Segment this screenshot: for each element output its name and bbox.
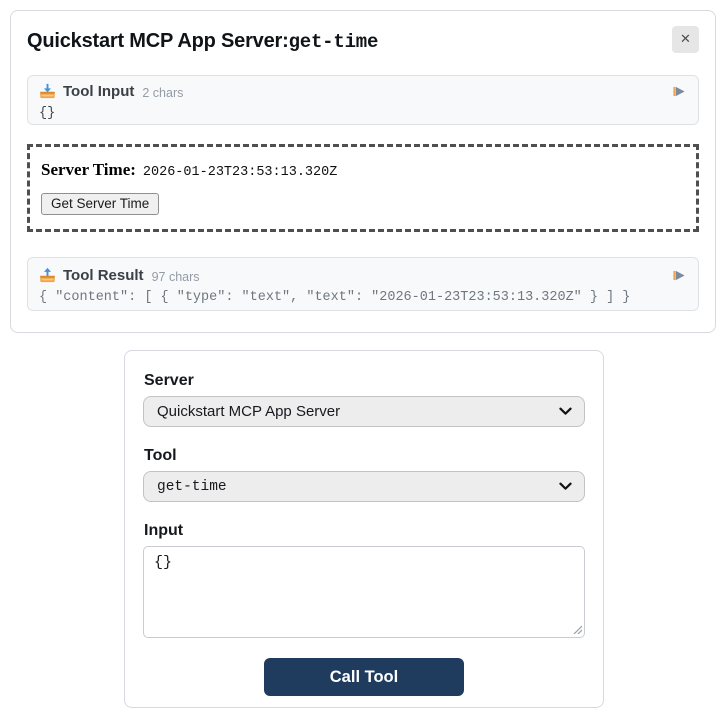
expand-arrow-icon[interactable] xyxy=(673,269,686,282)
get-server-time-button[interactable]: Get Server Time xyxy=(41,193,160,215)
modal-title: Quickstart MCP App Server:get-time xyxy=(27,28,378,55)
embedded-app-frame: Server Time: 2026-01-23T23:53:13.320Z Ge… xyxy=(27,144,699,232)
tool-input-content: {} xyxy=(39,106,56,121)
server-time-value: 2026-01-23T23:53:13.320Z xyxy=(142,165,338,180)
outbox-tray-icon xyxy=(40,267,55,283)
close-icon: ✕ xyxy=(680,32,691,47)
expand-arrow-icon[interactable] xyxy=(673,85,686,98)
chevron-down-icon xyxy=(559,482,572,490)
call-tool-form: Server Quickstart MCP App Server Tool ge… xyxy=(124,350,604,708)
tool-input-label: Tool Input xyxy=(63,83,135,100)
tool-result-label: Tool Result xyxy=(63,267,144,284)
close-button[interactable]: ✕ xyxy=(672,26,699,53)
tool-result-content: { "content": [ { "type": "text", "text":… xyxy=(39,290,631,305)
modal-header: Quickstart MCP App Server:get-time ✕ xyxy=(27,26,699,56)
call-tool-button[interactable]: Call Tool xyxy=(264,658,464,696)
tool-input-header: Tool Input 2 chars xyxy=(39,82,686,101)
server-select[interactable]: Quickstart MCP App Server xyxy=(143,396,585,427)
tool-select-value: get-time xyxy=(157,478,227,495)
chevron-down-icon xyxy=(559,407,572,415)
tool-call-modal: Quickstart MCP App Server:get-time ✕ Too… xyxy=(10,10,716,333)
tool-result-size: 97 chars xyxy=(151,269,200,284)
server-time-label: Server Time: xyxy=(41,160,136,179)
tool-result-panel: Tool Result 97 chars { "content": [ { "t… xyxy=(27,257,699,311)
tool-select[interactable]: get-time xyxy=(143,471,585,502)
tool-field-label: Tool xyxy=(144,447,177,464)
modal-title-tool: get-time xyxy=(288,31,379,53)
server-time-line: Server Time: 2026-01-23T23:53:13.320Z xyxy=(41,160,685,180)
input-textarea-wrap xyxy=(143,546,585,638)
tool-result-header: Tool Result 97 chars xyxy=(39,266,686,285)
inbox-tray-icon xyxy=(40,83,55,99)
server-field-label: Server xyxy=(144,372,194,389)
server-select-value: Quickstart MCP App Server xyxy=(157,403,341,420)
modal-title-server: Quickstart MCP App Server: xyxy=(27,30,289,52)
tool-input-panel: Tool Input 2 chars {} xyxy=(27,75,699,125)
tool-input-size: 2 chars xyxy=(142,85,184,100)
input-field-label: Input xyxy=(144,522,184,539)
input-textarea[interactable] xyxy=(143,546,585,638)
